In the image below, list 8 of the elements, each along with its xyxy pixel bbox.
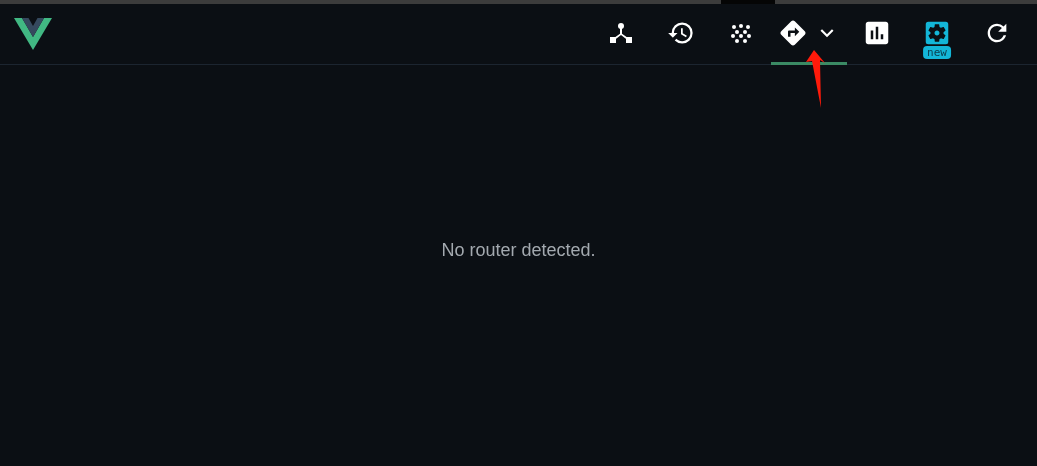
dots-icon	[730, 22, 752, 44]
annotation-arrow	[806, 50, 825, 108]
tree-icon	[610, 22, 632, 44]
directions-icon	[778, 18, 808, 48]
empty-message: No router detected.	[441, 240, 596, 261]
new-badge: new	[923, 46, 951, 59]
toolbar-tab[interactable]: new	[907, 4, 967, 65]
logo-icon	[14, 17, 52, 51]
